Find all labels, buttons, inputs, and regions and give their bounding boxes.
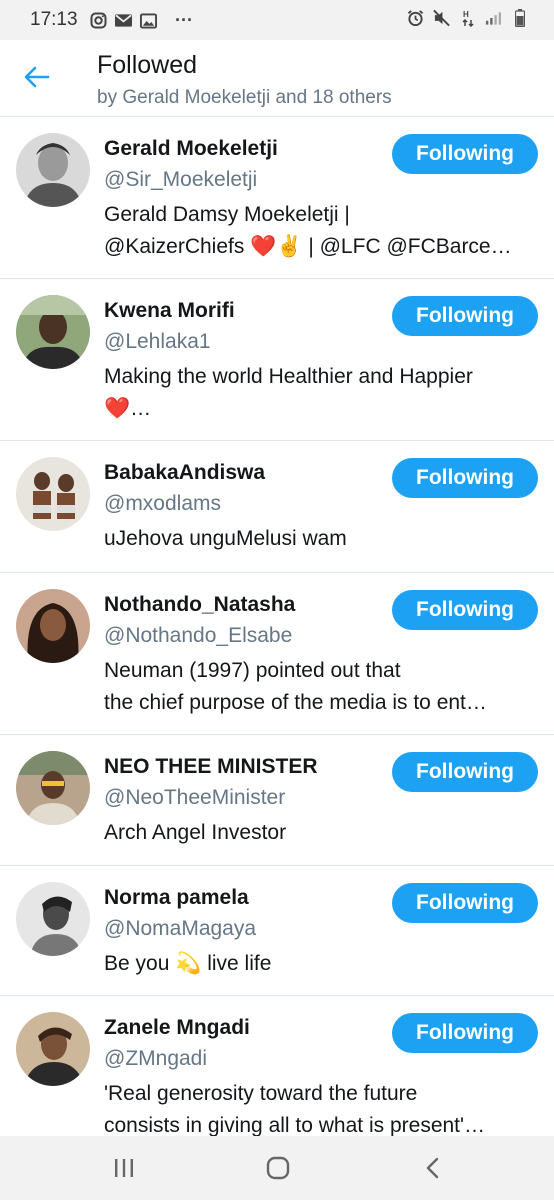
following-button[interactable]: Following [392,1013,538,1053]
page-title: Followed [97,51,198,79]
user-name[interactable]: Zanele Mngadi [104,1016,250,1040]
user-bio: uJehova unguMelusi wam [104,527,347,550]
avatar[interactable] [16,882,90,956]
user-name[interactable]: Norma pamela [104,886,249,910]
user-name[interactable]: NEO THEE MINISTER [104,755,318,779]
user-bio: Making the world Healthier and Happier ❤… [104,365,473,420]
status-time: 17:13 [30,9,78,30]
avatar[interactable] [16,457,90,531]
user-bio: Neuman (1997) pointed out that the chief… [104,659,487,714]
user-bio: 'Real generosity toward the future consi… [104,1082,486,1137]
user-name[interactable]: BabakaAndiswa [104,461,265,485]
data-transfer-icon: H [459,9,476,27]
avatar[interactable] [16,133,90,207]
home-button[interactable] [260,1150,296,1186]
battery-icon [511,8,528,27]
gallery-icon [140,12,157,29]
back-button[interactable] [22,62,52,92]
user-handle[interactable]: @mxodlams [104,492,221,516]
avatar[interactable] [16,1012,90,1086]
alarm-icon [407,9,424,26]
user-bio: Gerald Damsy Moekeletji | @KaizerChiefs … [104,203,512,258]
followed-user-list: Gerald Moekeletji @Sir_Moekeletji Gerald… [0,117,554,1158]
mute-icon [433,9,450,26]
more-notifications-icon: ··· [175,10,193,30]
page-subtitle: by Gerald Moekeletji and 18 others [97,87,392,108]
avatar[interactable] [16,295,90,369]
user-handle[interactable]: @ZMngadi [104,1047,207,1071]
user-name[interactable]: Gerald Moekeletji [104,137,278,161]
recent-apps-button[interactable] [106,1150,142,1186]
following-button[interactable]: Following [392,752,538,792]
signal-icon [485,9,502,26]
following-button[interactable]: Following [392,134,538,174]
status-bar: 17:13 ··· H [0,0,554,40]
user-row[interactable]: Kwena Morifi @Lehlaka1 Making the world … [0,279,554,441]
instagram-icon [90,12,107,29]
user-name[interactable]: Nothando_Natasha [104,593,295,617]
user-row[interactable]: Zanele Mngadi @ZMngadi 'Real generosity … [0,996,554,1158]
user-row[interactable]: Norma pamela @NomaMagaya Be you 💫 live l… [0,866,554,996]
user-row[interactable]: Nothando_Natasha @Nothando_Elsabe Neuman… [0,573,554,735]
user-handle[interactable]: @Lehlaka1 [104,330,211,354]
user-bio: Arch Angel Investor [104,821,287,844]
following-button[interactable]: Following [392,458,538,498]
page-header: Followed by Gerald Moekeletji and 18 oth… [0,40,554,117]
user-handle[interactable]: @Sir_Moekeletji [104,168,257,192]
system-nav-bar [0,1136,554,1200]
user-row[interactable]: Gerald Moekeletji @Sir_Moekeletji Gerald… [0,117,554,279]
system-back-button[interactable] [415,1150,451,1186]
recent-apps-icon [115,1159,133,1177]
svg-text:H: H [463,10,469,19]
user-name[interactable]: Kwena Morifi [104,299,235,323]
following-button[interactable]: Following [392,883,538,923]
user-row[interactable]: BabakaAndiswa @mxodlams uJehova unguMelu… [0,441,554,573]
arrow-left-icon [24,66,50,88]
following-button[interactable]: Following [392,590,538,630]
following-button[interactable]: Following [392,296,538,336]
user-handle[interactable]: @NeoTheeMinister [104,786,285,810]
user-handle[interactable]: @Nothando_Elsabe [104,624,292,648]
user-handle[interactable]: @NomaMagaya [104,917,256,941]
user-bio: Be you 💫 live life [104,952,272,975]
mail-icon [115,12,132,29]
chevron-left-icon [426,1157,439,1179]
user-row[interactable]: NEO THEE MINISTER @NeoTheeMinister Arch … [0,735,554,866]
home-icon [266,1156,290,1180]
avatar[interactable] [16,589,90,663]
avatar[interactable] [16,751,90,825]
